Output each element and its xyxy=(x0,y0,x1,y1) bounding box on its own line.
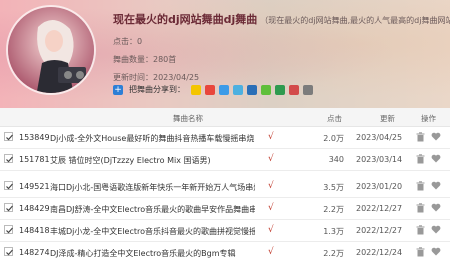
track-name-link[interactable]: 海口Dj小北-国粤语歌连版新年快乐一年新开始万人气场串烧 xyxy=(50,182,255,193)
play-count: 点击：0 xyxy=(113,37,143,46)
share-bar: + 把舞曲分享到： xyxy=(113,84,317,95)
recommend-mark: √ xyxy=(268,203,274,213)
table-header: 舞曲名称 点击 更新 操作 xyxy=(0,108,450,127)
track-date: 2022/12/27 xyxy=(356,226,403,235)
recommend-mark: √ xyxy=(268,154,274,164)
tencent-weibo-icon[interactable] xyxy=(233,84,243,95)
check-icon xyxy=(6,249,13,256)
wechat-icon[interactable] xyxy=(261,84,271,95)
track-clicks: 2.0万 xyxy=(323,134,344,143)
delete-icon[interactable] xyxy=(416,132,425,144)
table-row[interactable]: 149521 海口Dj小北-国粤语歌连版新年快乐一年新开始万人气场串烧 √ 3.… xyxy=(0,176,450,198)
qq-icon[interactable] xyxy=(219,84,229,95)
recommend-mark: √ xyxy=(268,225,274,235)
track-name-link[interactable]: DJ泽成-精心打造全中文Electro音乐最火的Bgm专辑 xyxy=(50,248,255,259)
table-row[interactable]: 153849 Dj小成-全外文House最好听的舞曲抖音热播车载慢摇串烧 √ 2… xyxy=(0,127,450,149)
favorite-heart-icon[interactable] xyxy=(431,181,441,192)
cover-image-icon xyxy=(8,7,94,93)
renren-icon[interactable] xyxy=(247,84,257,95)
recommend-mark: √ xyxy=(268,132,274,142)
track-id: 153849 xyxy=(19,133,50,142)
track-clicks: 340 xyxy=(328,155,344,164)
track-clicks: 1.3万 xyxy=(323,227,344,236)
row-checkbox[interactable] xyxy=(4,247,13,256)
check-icon xyxy=(6,183,13,190)
favorite-heart-icon[interactable] xyxy=(431,247,441,258)
favorite-heart-icon[interactable] xyxy=(431,154,441,165)
track-name-link[interactable]: Dj小成-全外文House最好听的舞曲抖音热播车载慢摇串烧 xyxy=(50,133,255,144)
favorite-heart-icon[interactable] xyxy=(431,132,441,143)
weibo-icon[interactable] xyxy=(205,84,215,95)
check-icon xyxy=(6,227,13,234)
track-id: 148418 xyxy=(19,226,50,235)
update-time: 更新时间：2023/04/25 xyxy=(113,73,200,82)
track-date: 2023/04/25 xyxy=(356,133,403,142)
share-plus-icon[interactable]: + xyxy=(113,84,123,95)
table-row[interactable]: 148274 DJ泽成-精心打造全中文Electro音乐最火的Bgm专辑 √ 2… xyxy=(0,242,450,260)
playlist-page: 现在最火的dj网站舞曲dj舞曲 （现在最火的dj网站舞曲,最火的人气最高的dj舞曲… xyxy=(0,0,450,260)
track-clicks: 3.5万 xyxy=(323,183,344,192)
check-icon xyxy=(6,134,13,141)
delete-icon[interactable] xyxy=(416,247,425,259)
recommend-mark: √ xyxy=(268,247,274,257)
delete-icon[interactable] xyxy=(416,154,425,166)
track-date: 2023/03/14 xyxy=(356,155,403,164)
playlist-cover xyxy=(6,5,96,95)
track-id: 148429 xyxy=(19,204,50,213)
check-icon xyxy=(6,205,13,212)
delete-icon[interactable] xyxy=(416,225,425,237)
title-text: 现在最火的dj网站舞曲dj舞曲 xyxy=(113,13,258,26)
kaixin-icon[interactable] xyxy=(289,84,299,95)
track-name-link[interactable]: 南昌DJ舒涛-全中文Electro音乐最火的歌曲早安作品舞曲串烧 xyxy=(50,204,255,215)
row-checkbox[interactable] xyxy=(4,154,13,163)
table-row[interactable]: 151781 艾辰 错位时空(DjTzzzy Electro Mix 国语男) … xyxy=(0,149,450,171)
track-date: 2022/12/24 xyxy=(356,248,403,257)
row-checkbox[interactable] xyxy=(4,225,13,234)
check-icon xyxy=(6,156,13,163)
table-row[interactable]: 148429 南昌DJ舒涛-全中文Electro音乐最火的歌曲早安作品舞曲串烧 … xyxy=(0,198,450,220)
douban-icon[interactable] xyxy=(275,84,285,95)
qzone-icon[interactable] xyxy=(191,84,201,95)
recommend-mark: √ xyxy=(268,181,274,191)
track-name-link[interactable]: 艾辰 错位时空(DjTzzzy Electro Mix 国语男) xyxy=(50,155,255,166)
delete-icon[interactable] xyxy=(416,203,425,215)
table-row[interactable]: 148418 丰城Dj小龙-全中文Electro音乐抖音最火的歌曲拼视觉慢摇串烧… xyxy=(0,220,450,242)
playlist-title: 现在最火的dj网站舞曲dj舞曲 （现在最火的dj网站舞曲,最火的人气最高的dj舞曲… xyxy=(113,11,450,27)
column-clicks: 点击 xyxy=(327,114,342,123)
playlist-subtitle: （现在最火的dj网站舞曲,最火的人气最高的dj舞曲网站） xyxy=(260,16,450,25)
column-name: 舞曲名称 xyxy=(173,114,203,123)
track-clicks: 2.2万 xyxy=(323,249,344,258)
track-id: 149521 xyxy=(19,182,50,191)
column-date: 更新 xyxy=(380,114,395,123)
favorite-heart-icon[interactable] xyxy=(431,225,441,236)
track-clicks: 2.2万 xyxy=(323,205,344,214)
track-date: 2023/01/20 xyxy=(356,182,403,191)
column-ops: 操作 xyxy=(421,114,436,123)
playlist-header: 现在最火的dj网站舞曲dj舞曲 （现在最火的dj网站舞曲,最火的人气最高的dj舞曲… xyxy=(0,0,450,108)
row-checkbox[interactable] xyxy=(4,132,13,141)
track-id: 148274 xyxy=(19,248,50,257)
track-count: 舞曲数量：280首 xyxy=(113,55,177,64)
more-share-icon[interactable] xyxy=(303,84,313,95)
row-checkbox[interactable] xyxy=(4,181,13,190)
share-label: 把舞曲分享到： xyxy=(129,85,185,94)
delete-icon[interactable] xyxy=(416,181,425,193)
favorite-heart-icon[interactable] xyxy=(431,203,441,214)
track-name-link[interactable]: 丰城Dj小龙-全中文Electro音乐抖音最火的歌曲拼视觉慢摇串烧 xyxy=(50,226,255,237)
track-id: 151781 xyxy=(19,155,50,164)
track-date: 2022/12/27 xyxy=(356,204,403,213)
row-checkbox[interactable] xyxy=(4,203,13,212)
